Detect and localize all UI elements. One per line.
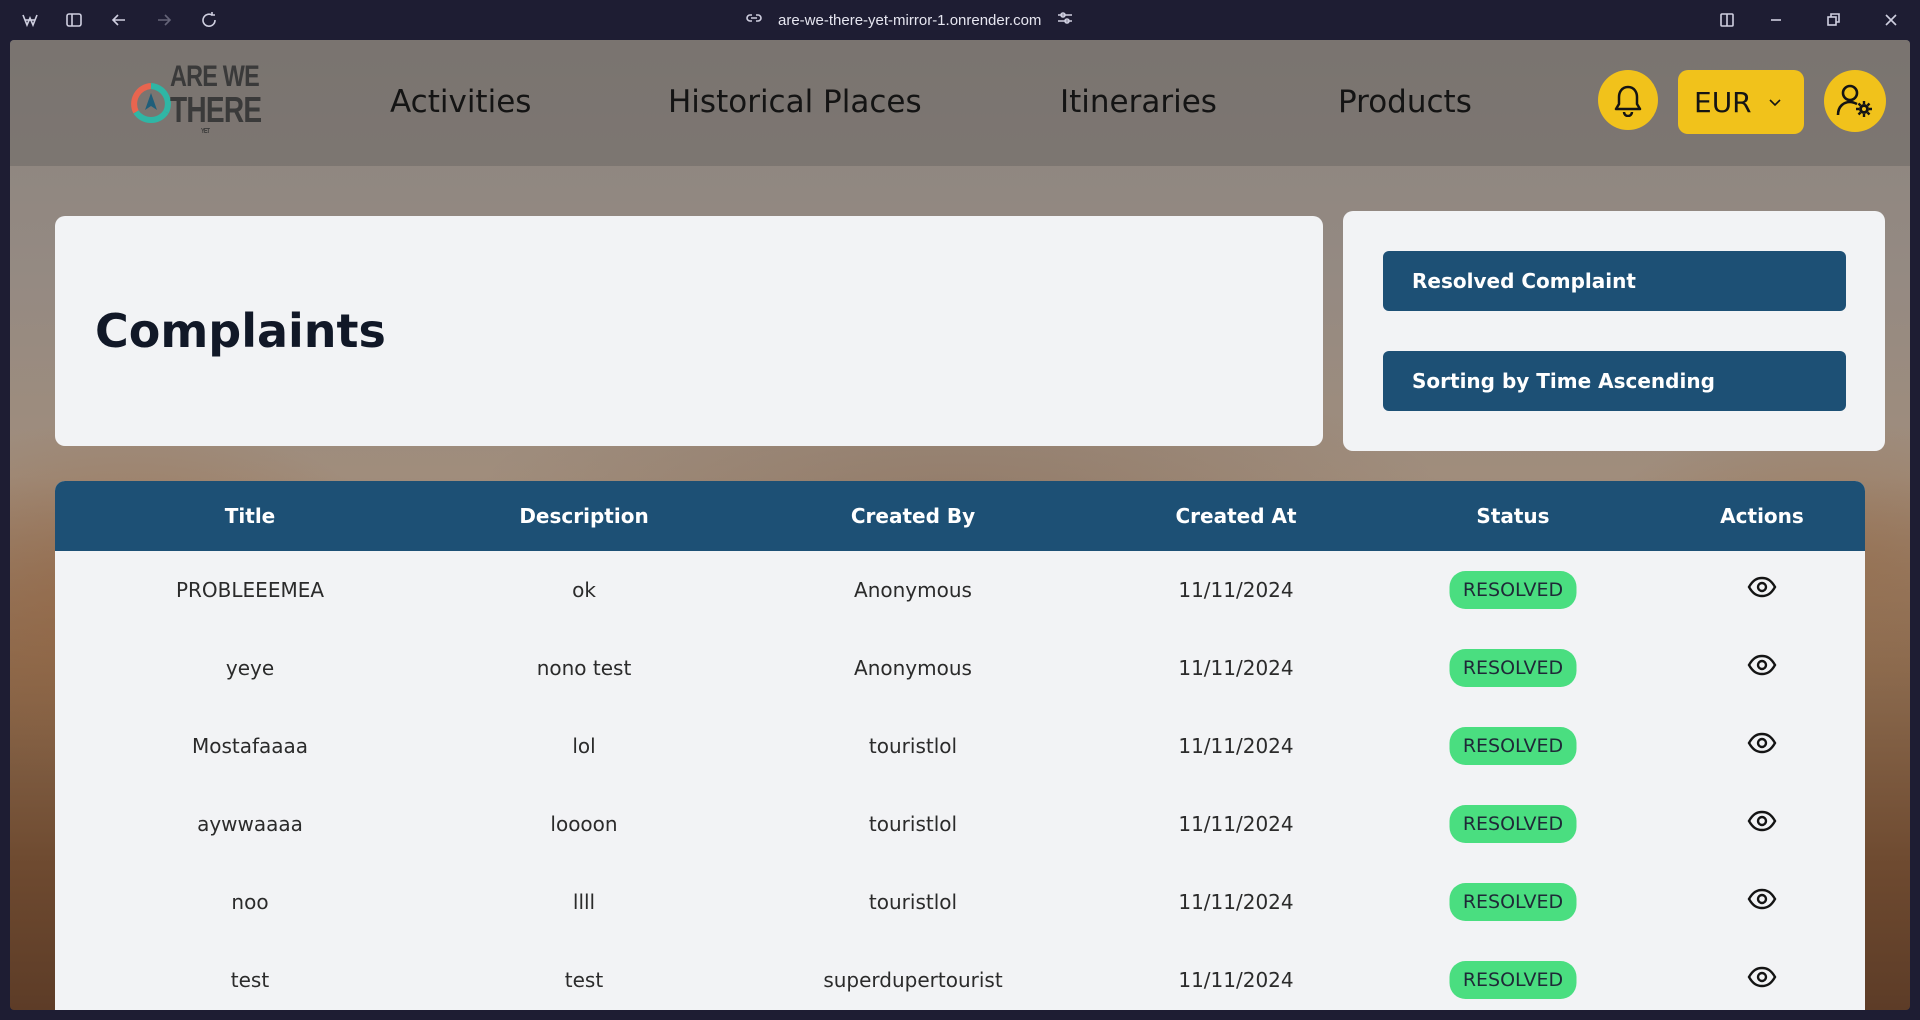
cell-created-by: touristlol (868, 812, 958, 836)
nav-link-activities[interactable]: Activities (390, 84, 531, 120)
column-header-created-by[interactable]: Created By (851, 504, 975, 528)
status-badge: RESOLVED (1449, 805, 1577, 843)
user-gear-icon (1836, 84, 1872, 117)
forward-icon[interactable] (152, 8, 176, 32)
complaints-table: Title Description Created By Created At … (55, 481, 1865, 1010)
table-row: PROBLEEEMEA ok Anonymous 11/11/2024 RESO… (55, 551, 1865, 629)
table-row: aywwaaaa loooon touristlol 11/11/2024 RE… (55, 785, 1865, 863)
cell-created-at: 11/11/2024 (1178, 968, 1294, 992)
logo-wordmark: ARE WE THERE YET (170, 60, 262, 136)
reload-icon[interactable] (197, 8, 221, 32)
cell-created-by: superdupertourist (823, 968, 1003, 992)
view-eye-icon[interactable] (1747, 576, 1777, 598)
status-badge: RESOLVED (1449, 727, 1577, 765)
site-logo[interactable]: ARE WE THERE YET (130, 58, 280, 150)
table-row: noo llll touristlol 11/11/2024 RESOLVED (55, 863, 1865, 941)
currency-value: EUR (1694, 85, 1752, 119)
currency-select[interactable]: EUR (1678, 70, 1804, 134)
nav-link-itineraries[interactable]: Itineraries (1060, 84, 1217, 120)
cell-title: PROBLEEEMEA (175, 578, 325, 602)
view-eye-icon[interactable] (1747, 654, 1777, 676)
browser-logo-icon[interactable] (18, 8, 42, 32)
resolved-filter-button[interactable]: Resolved Complaint (1383, 251, 1846, 311)
cell-created-at: 11/11/2024 (1178, 734, 1294, 758)
cell-created-at: 11/11/2024 (1178, 578, 1294, 602)
table-row: test test superdupertourist 11/11/2024 R… (55, 941, 1865, 1010)
address-bar[interactable]: are-we-there-yet-mirror-1.onrender.com (744, 8, 1075, 32)
column-header-title[interactable]: Title (225, 504, 275, 528)
view-eye-icon[interactable] (1747, 966, 1777, 988)
nav-link-historical-places[interactable]: Historical Places (668, 84, 922, 120)
view-eye-icon[interactable] (1747, 888, 1777, 910)
cell-created-by: touristlol (868, 890, 958, 914)
cell-title: aywwaaaa (197, 812, 303, 836)
bell-icon (1614, 85, 1642, 117)
column-header-created-at[interactable]: Created At (1175, 504, 1296, 528)
chevron-down-icon (1769, 99, 1781, 107)
close-icon[interactable] (1879, 8, 1903, 32)
cell-created-by: Anonymous (854, 656, 972, 680)
cell-created-by: touristlol (868, 734, 958, 758)
cell-description: ok (572, 578, 596, 602)
logo-line-1: ARE WE (170, 60, 260, 93)
sort-time-button[interactable]: Sorting by Time Ascending (1383, 351, 1846, 411)
url-text: are-we-there-yet-mirror-1.onrender.com (778, 11, 1042, 29)
split-view-icon[interactable] (1715, 8, 1739, 32)
cell-created-at: 11/11/2024 (1178, 812, 1294, 836)
sidebar-toggle-icon[interactable] (62, 8, 86, 32)
status-badge: RESOLVED (1449, 961, 1577, 999)
cell-description: test (564, 968, 604, 992)
column-header-actions: Actions (1720, 504, 1804, 528)
page-header-card: Complaints (55, 216, 1323, 446)
link-icon (744, 8, 764, 32)
view-eye-icon[interactable] (1747, 732, 1777, 754)
view-eye-icon[interactable] (1747, 810, 1777, 832)
cell-created-at: 11/11/2024 (1178, 890, 1294, 914)
cell-title: test (230, 968, 270, 992)
table-row: Mostafaaaa lol touristlol 11/11/2024 RES… (55, 707, 1865, 785)
back-icon[interactable] (107, 8, 131, 32)
restore-icon[interactable] (1821, 8, 1845, 32)
cell-title: yeye (225, 656, 275, 680)
filter-panel: Resolved Complaint Sorting by Time Ascen… (1343, 211, 1885, 451)
user-settings-button[interactable] (1824, 70, 1886, 132)
column-header-status[interactable]: Status (1476, 504, 1549, 528)
site-settings-icon[interactable] (1055, 8, 1075, 32)
table-row: yeye nono test Anonymous 11/11/2024 RESO… (55, 629, 1865, 707)
status-badge: RESOLVED (1449, 571, 1577, 609)
cell-description: llll (572, 890, 596, 914)
cell-title: noo (231, 890, 269, 914)
nav-link-products[interactable]: Products (1338, 84, 1472, 120)
browser-toolbar: are-we-there-yet-mirror-1.onrender.com (0, 0, 1920, 40)
cell-description: loooon (550, 812, 618, 836)
notifications-button[interactable] (1598, 70, 1658, 130)
logo-mark-icon (131, 83, 171, 123)
status-badge: RESOLVED (1449, 883, 1577, 921)
cell-created-at: 11/11/2024 (1178, 656, 1294, 680)
cell-title: Mostafaaaa (191, 734, 309, 758)
page-title: Complaints (95, 304, 386, 358)
navbar: ARE WE THERE YET Activities Historical P… (10, 40, 1910, 166)
column-header-description[interactable]: Description (519, 504, 648, 528)
table-header: Title Description Created By Created At … (55, 481, 1865, 551)
cell-created-by: Anonymous (854, 578, 972, 602)
cell-description: lol (572, 734, 596, 758)
logo-line-2: THERE (170, 89, 262, 130)
minimize-icon[interactable] (1764, 8, 1788, 32)
cell-description: nono test (536, 656, 632, 680)
page-viewport: ARE WE THERE YET Activities Historical P… (10, 40, 1910, 1010)
status-badge: RESOLVED (1449, 649, 1577, 687)
